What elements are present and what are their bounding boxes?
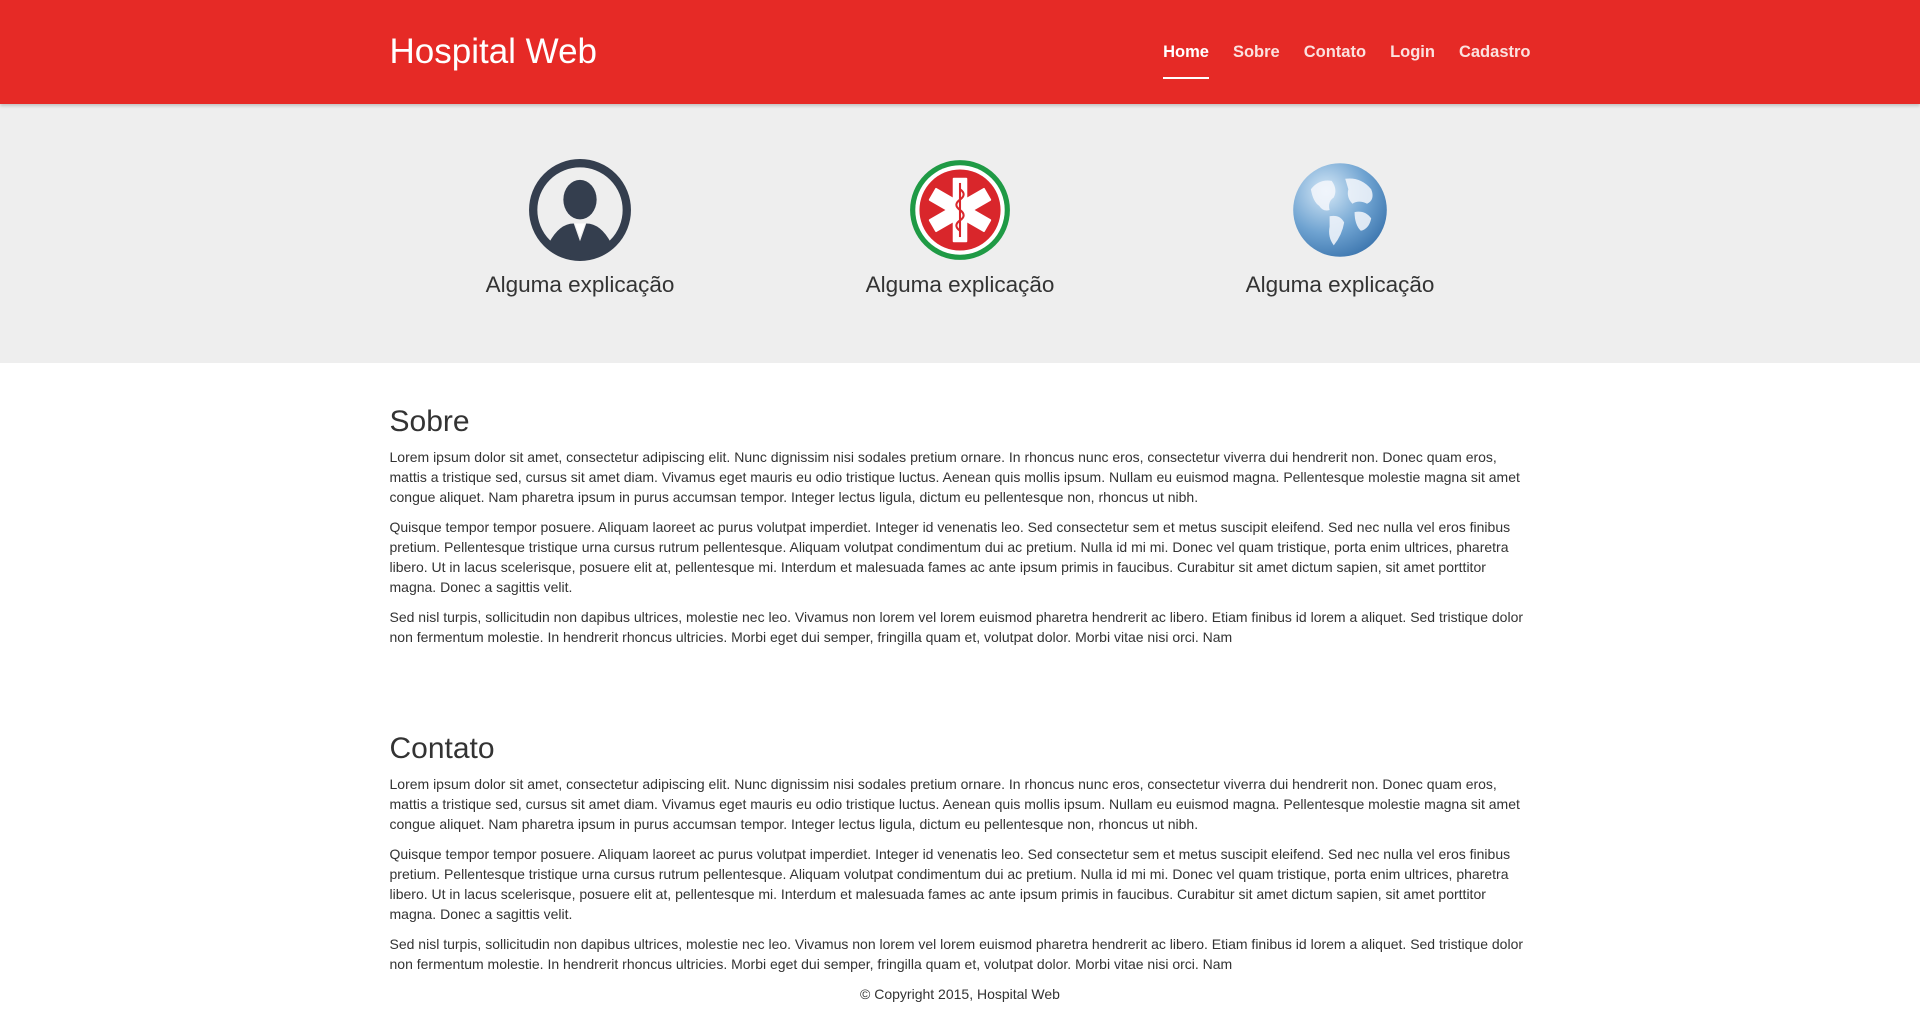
- main-content: Sobre Lorem ipsum dolor sit amet, consec…: [390, 363, 1531, 1002]
- paragraph: Lorem ipsum dolor sit amet, consectetur …: [389, 449, 1520, 505]
- medical-star-of-life-icon: [910, 160, 1010, 260]
- paragraph: Quisque tempor tempor posuere. Aliquam l…: [389, 519, 1511, 595]
- paragraph: Sed nisl turpis, sollicitudin non dapibu…: [389, 936, 1524, 972]
- nav-item-login[interactable]: Login: [1390, 0, 1435, 104]
- paragraph: Quisque tempor tempor posuere. Aliquam l…: [389, 846, 1511, 922]
- features-band: Alguma explicação Alguma explicação Algu…: [0, 104, 1920, 363]
- section-contato: Contato Lorem ipsum dolor sit amet, cons…: [390, 657, 1531, 974]
- feature-medical: Alguma explicação: [770, 104, 1150, 363]
- nav-item-sobre[interactable]: Sobre: [1233, 0, 1280, 104]
- features-container: Alguma explicação Alguma explicação Algu…: [390, 104, 1531, 363]
- globe-icon: [1293, 163, 1387, 257]
- nav-item-contato[interactable]: Contato: [1304, 0, 1366, 104]
- section-title-contato: Contato: [389, 732, 495, 765]
- top-navbar: Hospital Web Home Sobre Contato Login Ca…: [0, 0, 1920, 104]
- section-title-sobre: Sobre: [389, 405, 470, 438]
- navbar-container: Hospital Web Home Sobre Contato Login Ca…: [390, 0, 1531, 104]
- section-sobre: Sobre Lorem ipsum dolor sit amet, consec…: [390, 363, 1531, 647]
- feature-user: Alguma explicação: [390, 104, 770, 363]
- user-icon: [529, 159, 631, 261]
- paragraph: Sed nisl turpis, sollicitudin non dapibu…: [389, 609, 1524, 645]
- paragraph: Lorem ipsum dolor sit amet, consectetur …: [389, 776, 1520, 832]
- feature-globe: Alguma explicação: [1150, 104, 1530, 363]
- nav-item-home[interactable]: Home: [1163, 0, 1209, 104]
- footer-copyright: © Copyright 2015, Hospital Web: [860, 986, 1060, 1002]
- nav-item-cadastro[interactable]: Cadastro: [1459, 0, 1531, 104]
- feature-caption: Alguma explicação: [865, 272, 1055, 297]
- main-nav: Home Sobre Contato Login Cadastro: [1139, 0, 1531, 104]
- feature-caption: Alguma explicação: [485, 272, 675, 297]
- brand-title[interactable]: Hospital Web: [390, 32, 598, 72]
- feature-caption: Alguma explicação: [1245, 272, 1435, 297]
